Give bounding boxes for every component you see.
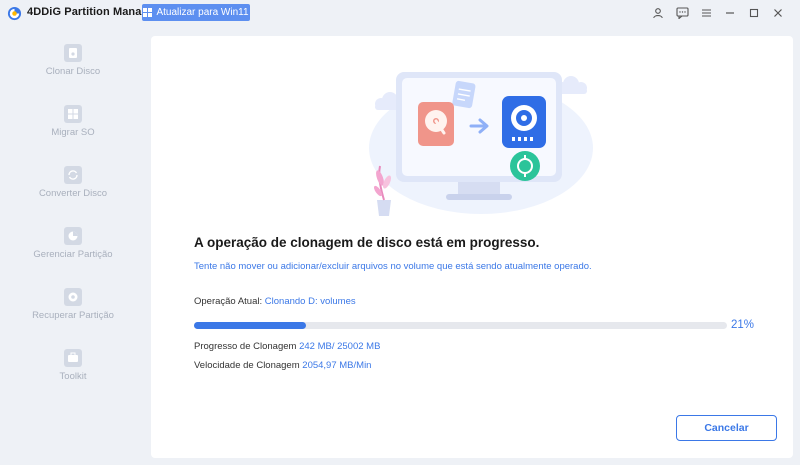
sync-badge-icon [510, 151, 540, 181]
clone-speed-stat: Velocidade de Clonagem 2054,97 MB/Min [194, 360, 371, 371]
sidebar-item-label: Converter Disco [38, 188, 108, 199]
sidebar-item-label: Toolkit [59, 371, 87, 382]
toolkit-icon [64, 349, 82, 367]
clone-progress-stat: Progresso de Clonagem 242 MB/ 25002 MB [194, 341, 380, 352]
sidebar-item-toolkit[interactable]: Toolkit [0, 349, 146, 409]
source-disk-icon [418, 102, 454, 146]
upgrade-win11-button[interactable]: Atualizar para Win11 [142, 4, 250, 21]
clone-progress-bar [194, 322, 727, 329]
clone-speed-label: Velocidade de Clonagem [194, 360, 300, 371]
current-operation-label: Operação Atual: [194, 296, 263, 307]
sidebar-item-converter-disco[interactable]: Converter Disco [0, 166, 146, 226]
partition-icon [64, 227, 82, 245]
sidebar-item-clonar-disco[interactable]: Clonar Disco [0, 44, 146, 104]
recover-partition-icon [64, 288, 82, 306]
convert-disk-icon [64, 166, 82, 184]
progress-percent: 21% [731, 319, 755, 331]
target-disk-icon [502, 96, 546, 148]
close-icon[interactable] [766, 4, 790, 22]
app-logo-icon [7, 6, 22, 21]
upgrade-label: Atualizar para Win11 [156, 7, 249, 18]
title-bar: 4DDiG Partition Manager Atualizar para W… [0, 0, 800, 26]
sidebar-item-label: Migrar SO [51, 127, 95, 138]
document-icon [452, 80, 476, 109]
menu-icon[interactable] [694, 4, 718, 22]
warning-message: Tente não mover ou adicionar/excluir arq… [194, 261, 592, 272]
clone-progress-label: Progresso de Clonagem [194, 341, 297, 352]
clone-speed-value: 2054,97 MB/Min [302, 360, 372, 371]
sidebar-item-label: Gerenciar Partição [33, 249, 113, 260]
clone-disk-icon [64, 44, 82, 62]
disk-clone-illustration [369, 72, 593, 216]
current-operation: Operação Atual: Clonando D: volumes [194, 296, 356, 307]
maximize-icon[interactable] [742, 4, 766, 22]
sidebar-item-recuperar-particao[interactable]: Recuperar Partição [0, 288, 146, 348]
windows-icon [143, 8, 153, 17]
sidebar: Clonar Disco Migrar SO Converter Disco G… [0, 26, 146, 465]
current-operation-value: Clonando D: volumes [264, 296, 356, 307]
main-panel: A operação de clonagem de disco está em … [151, 36, 793, 458]
clone-progress-fill [194, 322, 306, 329]
app-title: 4DDiG Partition Manager [27, 6, 159, 18]
clone-progress-value: 242 MB/ 25002 MB [299, 341, 381, 352]
sidebar-item-gerenciar-particao[interactable]: Gerenciar Partição [0, 227, 146, 287]
minimize-icon[interactable] [718, 4, 742, 22]
feedback-icon[interactable] [670, 4, 694, 22]
sidebar-item-label: Clonar Disco [45, 66, 101, 77]
sidebar-item-migrar-so[interactable]: Migrar SO [0, 105, 146, 165]
cancel-button[interactable]: Cancelar [676, 415, 777, 441]
migrate-os-icon [64, 105, 82, 123]
sidebar-item-label: Recuperar Partição [32, 310, 114, 321]
page-title: A operação de clonagem de disco está em … [194, 235, 540, 250]
user-icon[interactable] [646, 4, 670, 22]
